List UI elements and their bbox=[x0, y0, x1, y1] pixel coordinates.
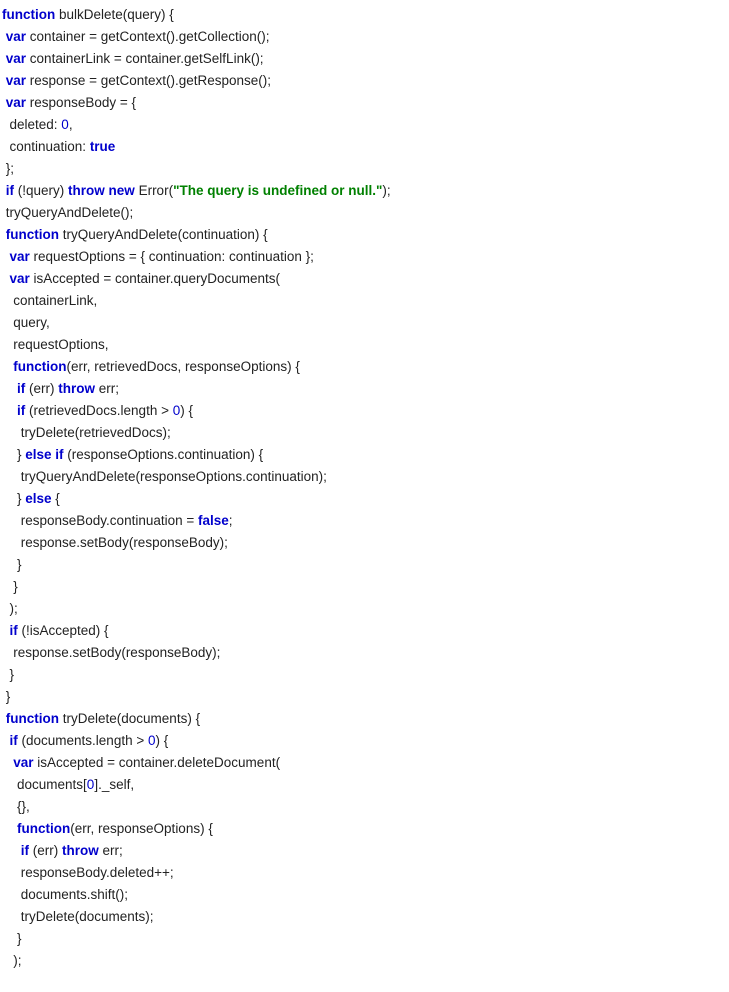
t: responseBody.deleted++; bbox=[2, 865, 174, 880]
t: ; bbox=[229, 513, 233, 528]
t: } bbox=[2, 491, 25, 506]
kw: true bbox=[90, 139, 116, 154]
t: response = getContext().getResponse(); bbox=[26, 73, 271, 88]
code-block: function bulkDelete(query) { var contain… bbox=[0, 0, 729, 976]
t: ); bbox=[2, 953, 22, 968]
kw: var bbox=[6, 73, 26, 88]
t: ); bbox=[2, 601, 18, 616]
t: tryQueryAndDelete(); bbox=[2, 205, 133, 220]
kw: throw bbox=[62, 843, 99, 858]
t: isAccepted = container.queryDocuments( bbox=[30, 271, 280, 286]
t: query, bbox=[2, 315, 50, 330]
t: tryDelete(documents) { bbox=[59, 711, 200, 726]
t: (err, responseOptions) { bbox=[70, 821, 213, 836]
kw: var bbox=[6, 95, 26, 110]
t: requestOptions = { continuation: continu… bbox=[30, 249, 314, 264]
t: response.setBody(responseBody); bbox=[2, 645, 220, 660]
kw: if bbox=[10, 733, 18, 748]
t: } bbox=[2, 689, 10, 704]
t: tryDelete(retrievedDocs); bbox=[2, 425, 171, 440]
num: 0 bbox=[61, 117, 69, 132]
t: ]._self, bbox=[94, 777, 134, 792]
t: response.setBody(responseBody); bbox=[2, 535, 228, 550]
t: {}, bbox=[2, 799, 30, 814]
t: { bbox=[52, 491, 60, 506]
t: }; bbox=[2, 161, 14, 176]
t: responseBody.continuation = bbox=[2, 513, 198, 528]
t: } bbox=[2, 447, 25, 462]
t: tryDelete(documents); bbox=[2, 909, 154, 924]
kw: if bbox=[21, 843, 29, 858]
kw: function bbox=[13, 359, 66, 374]
kw: var bbox=[13, 755, 33, 770]
t: Error( bbox=[135, 183, 173, 198]
kw: var bbox=[10, 271, 30, 286]
kw: if bbox=[10, 623, 18, 638]
kw: throw bbox=[68, 183, 105, 198]
kw: false bbox=[198, 513, 229, 528]
t: } bbox=[2, 579, 18, 594]
kw: var bbox=[6, 29, 26, 44]
kw: function bbox=[17, 821, 70, 836]
kw: else if bbox=[25, 447, 63, 462]
t: (err) bbox=[29, 843, 62, 858]
t: (err, retrievedDocs, responseOptions) { bbox=[67, 359, 300, 374]
t: container = getContext().getCollection()… bbox=[26, 29, 270, 44]
kw: new bbox=[109, 183, 135, 198]
t: err; bbox=[95, 381, 119, 396]
t: requestOptions, bbox=[2, 337, 109, 352]
kw: function bbox=[6, 711, 59, 726]
t: deleted: bbox=[2, 117, 61, 132]
t: isAccepted = container.deleteDocument( bbox=[34, 755, 281, 770]
kw: throw bbox=[58, 381, 95, 396]
t: ); bbox=[382, 183, 390, 198]
t: ) { bbox=[180, 403, 193, 418]
t: (responseOptions.continuation) { bbox=[64, 447, 264, 462]
t: (documents.length > bbox=[18, 733, 148, 748]
t: responseBody = { bbox=[26, 95, 136, 110]
kw: var bbox=[6, 51, 26, 66]
kw: function bbox=[2, 7, 55, 22]
t: continuation: bbox=[2, 139, 90, 154]
t: ) { bbox=[155, 733, 168, 748]
t: (err) bbox=[25, 381, 58, 396]
t: err; bbox=[99, 843, 123, 858]
kw: if bbox=[6, 183, 14, 198]
t: containerLink = container.getSelfLink(); bbox=[26, 51, 264, 66]
str: "The query is undefined or null." bbox=[173, 183, 382, 198]
kw: var bbox=[10, 249, 30, 264]
t: (!query) bbox=[14, 183, 68, 198]
t: documents.shift(); bbox=[2, 887, 128, 902]
t: tryQueryAndDelete(responseOptions.contin… bbox=[2, 469, 327, 484]
kw: else bbox=[25, 491, 51, 506]
t: } bbox=[2, 557, 22, 572]
t: documents[ bbox=[2, 777, 87, 792]
t: bulkDelete(query) { bbox=[55, 7, 174, 22]
t: containerLink, bbox=[2, 293, 97, 308]
t: (!isAccepted) { bbox=[18, 623, 109, 638]
t: } bbox=[2, 931, 22, 946]
t: } bbox=[2, 667, 14, 682]
t: (retrievedDocs.length > bbox=[25, 403, 172, 418]
kw: function bbox=[6, 227, 59, 242]
t: tryQueryAndDelete(continuation) { bbox=[59, 227, 268, 242]
t: , bbox=[69, 117, 73, 132]
